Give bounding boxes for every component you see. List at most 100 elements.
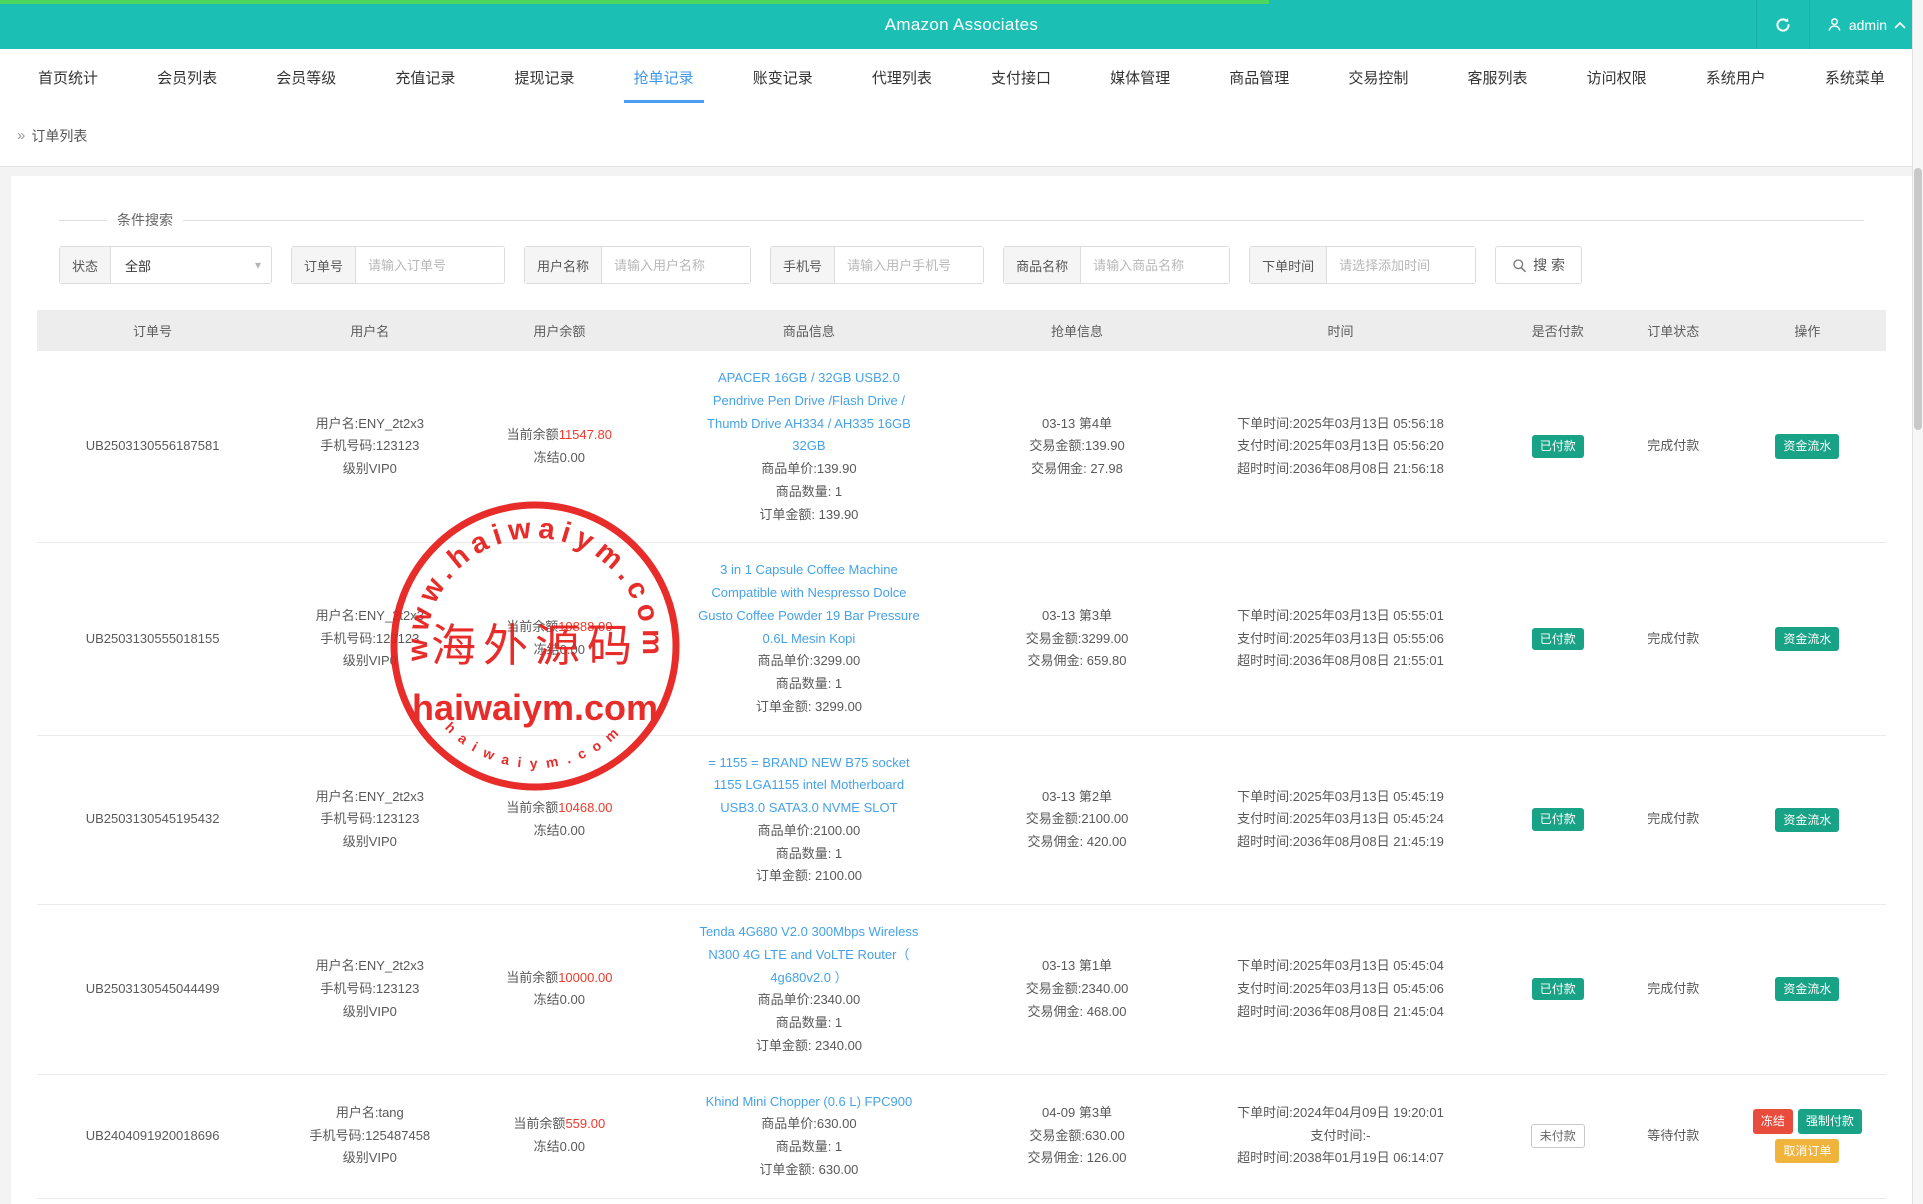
order-number: UB2503130545195432 (37, 792, 268, 847)
product-info: 3 in 1 Capsule Coffee Machine Compatible… (647, 543, 971, 734)
orders-table: 订单号用户名用户余额商品信息抢单信息时间是否付款订单状态操作 UB2503130… (37, 310, 1886, 1204)
time-info: 下单时间:2025年03月13日 05:45:19 支付时间:2025年03月1… (1183, 770, 1497, 870)
cancel-order-button[interactable]: 取消订单 (1775, 1139, 1839, 1163)
order-status: 完成付款 (1618, 612, 1729, 667)
search-field-username: 用户名称 (524, 246, 751, 284)
status-select[interactable]: 全部 ▾ (111, 247, 271, 283)
nav-tab[interactable]: 交易控制 (1338, 52, 1418, 103)
force-pay-button[interactable]: 强制付款 (1798, 1109, 1862, 1133)
time-info: 下单时间:2025年03月13日 05:55:01 支付时间:2025年03月1… (1183, 589, 1497, 689)
nav-tab[interactable]: 充值记录 (385, 52, 465, 103)
double-chevron-icon: » (17, 127, 25, 144)
grab-info: 03-13 第1单 交易金额:2340.00 交易佣金: 468.00 (971, 939, 1184, 1039)
page-title: 订单列表 (31, 126, 87, 146)
table-row: UB2503130545195432 用户名:ENY_2t2x3 手机号码:12… (37, 736, 1886, 906)
grab-info: 04-09 第3单 交易金额:630.00 交易佣金: 126.00 (971, 1086, 1184, 1186)
product-name-input[interactable] (1081, 247, 1229, 283)
column-header: 是否付款 (1498, 310, 1618, 351)
status-select-value: 全部 (125, 256, 151, 275)
nav-tab[interactable]: 客服列表 (1458, 52, 1538, 103)
nav-tab[interactable]: 账变记录 (743, 52, 823, 103)
search-field-phone: 手机号 (770, 246, 984, 284)
nav-tab[interactable]: 支付接口 (981, 52, 1061, 103)
paid-status-cell: 已付款 (1498, 962, 1618, 1017)
search-field-status: 状态 全部 ▾ (59, 246, 272, 284)
table-row: UB2503130555018155 用户名:ENY_2t2x3 手机号码:12… (37, 543, 1886, 735)
nav-tab[interactable]: 系统用户 (1696, 52, 1776, 103)
actions-cell: 资金流水 (1729, 961, 1886, 1017)
column-header: 用户余额 (472, 310, 648, 351)
order-no-input[interactable] (356, 247, 504, 283)
paid-status-cell: 未付款 (1498, 1108, 1618, 1164)
order-status: 等待付款 (1618, 1109, 1729, 1164)
user-info: 用户名:ENY_2t2x3 手机号码:123123 级别VIP0 (268, 939, 471, 1039)
funds-flow-button[interactable]: 资金流水 (1775, 434, 1839, 458)
search-field-order-no: 订单号 (291, 246, 505, 284)
funds-flow-button[interactable]: 资金流水 (1775, 808, 1839, 832)
order-status: 完成付款 (1618, 419, 1729, 474)
user-balance: 当前余额10468.00 冻结0.00 (472, 781, 648, 859)
refresh-button[interactable] (1756, 0, 1809, 49)
app-title: Amazon Associates (0, 15, 1923, 35)
paid-status-cell: 已付款 (1498, 792, 1618, 847)
nav-tab[interactable]: 媒体管理 (1100, 52, 1180, 103)
product-link[interactable]: 3 in 1 Capsule Coffee Machine Compatible… (693, 559, 925, 650)
freeze-button[interactable]: 冻结 (1753, 1109, 1793, 1133)
column-header: 商品信息 (647, 310, 971, 351)
table-row: UB2503130556187581 用户名:ENY_2t2x3 手机号码:12… (37, 351, 1886, 543)
nav-tab[interactable]: 提现记录 (505, 52, 585, 103)
phone-input[interactable] (835, 247, 983, 283)
search-button[interactable]: 搜 索 (1495, 246, 1582, 284)
nav-tab[interactable]: 商品管理 (1219, 52, 1299, 103)
nav-tab[interactable]: 会员列表 (147, 52, 227, 103)
paid-status-badge: 未付款 (1531, 1124, 1585, 1148)
paid-status-cell: 已付款 (1498, 612, 1618, 667)
user-balance: 当前余额10000.00 冻结0.00 (472, 951, 648, 1029)
nav-tab[interactable]: 系统菜单 (1815, 52, 1895, 103)
column-header: 订单号 (37, 310, 268, 351)
paid-status-badge: 已付款 (1532, 808, 1584, 830)
vertical-scrollbar[interactable] (1912, 0, 1923, 1204)
product-info: = 1155 = BRAND NEW B75 socket 1155 LGA11… (647, 736, 971, 905)
admin-menu[interactable]: admin (1809, 0, 1923, 49)
order-time-input[interactable] (1327, 247, 1475, 283)
time-info: 下单时间:2025年03月13日 05:45:04 支付时间:2025年03月1… (1183, 939, 1497, 1039)
column-header: 订单状态 (1618, 310, 1729, 351)
grab-info: 03-13 第3单 交易金额:3299.00 交易佣金: 659.80 (971, 589, 1184, 689)
order-status: 完成付款 (1618, 962, 1729, 1017)
funds-flow-button[interactable]: 资金流水 (1775, 627, 1839, 651)
actions-cell: 资金流水 (1729, 611, 1886, 667)
nav-tab[interactable]: 会员等级 (266, 52, 346, 103)
product-info: PNY Attache 4 USB2.0 USB Flash Drive Pen… (647, 1199, 971, 1204)
actions-cell: 资金流水 (1729, 792, 1886, 848)
refresh-icon (1774, 16, 1792, 34)
funds-flow-button[interactable]: 资金流水 (1775, 977, 1839, 1001)
username-input[interactable] (602, 247, 750, 283)
paid-status-cell: 已付款 (1498, 419, 1618, 474)
column-header: 抢单信息 (971, 310, 1184, 351)
nav-tab[interactable]: 抢单记录 (624, 52, 704, 103)
product-link[interactable]: = 1155 = BRAND NEW B75 socket 1155 LGA11… (693, 752, 925, 820)
app-header: Amazon Associates admin (0, 0, 1923, 49)
column-header: 用户名 (268, 310, 471, 351)
table-row: UB2503130545044499 用户名:ENY_2t2x3 手机号码:12… (37, 905, 1886, 1075)
user-balance: 当前余额10888.00 冻结0.00 (472, 600, 648, 678)
table-header-row: 订单号用户名用户余额商品信息抢单信息时间是否付款订单状态操作 (37, 310, 1886, 351)
time-info: 下单时间:2024年04月09日 19:20:01 支付时间:- 超时时间:20… (1183, 1086, 1497, 1186)
user-balance: 当前余额11547.80 冻结0.00 (472, 408, 648, 486)
product-link[interactable]: APACER 16GB / 32GB USB2.0 Pendrive Pen D… (693, 367, 925, 458)
chevron-up-icon (1894, 21, 1906, 29)
nav-tab[interactable]: 代理列表 (862, 52, 942, 103)
user-info: 用户名:ENY_2t2x3 手机号码:123123 级别VIP0 (268, 589, 471, 689)
search-icon (1512, 258, 1527, 273)
order-number: UB2503130545044499 (37, 962, 268, 1017)
search-field-product-name: 商品名称 (1003, 246, 1230, 284)
nav-tab[interactable]: 首页统计 (28, 52, 108, 103)
scrollbar-thumb[interactable] (1914, 168, 1922, 430)
product-link[interactable]: Tenda 4G680 V2.0 300Mbps Wireless N300 4… (693, 921, 925, 989)
user-icon (1827, 17, 1842, 32)
nav-tab[interactable]: 访问权限 (1577, 52, 1657, 103)
paid-status-badge: 已付款 (1532, 978, 1584, 1000)
time-info: 下单时间:2025年03月13日 05:56:18 支付时间:2025年03月1… (1183, 397, 1497, 497)
product-link[interactable]: Khind Mini Chopper (0.6 L) FPC900 (706, 1091, 913, 1114)
